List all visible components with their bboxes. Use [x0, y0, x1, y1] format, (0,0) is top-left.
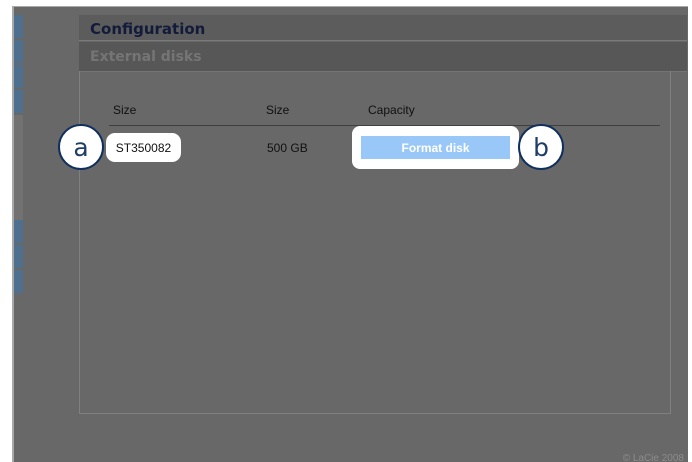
sidebar-tab-1[interactable]: [14, 15, 23, 38]
sidebar-tab-2[interactable]: [14, 40, 23, 63]
sidebar-tab-3[interactable]: [14, 65, 23, 88]
configuration-header: Configuration: [79, 15, 687, 41]
sidebar-tab-7[interactable]: [14, 157, 23, 180]
section-title: External disks: [90, 49, 202, 65]
callout-b: b: [518, 124, 564, 170]
screenshot-frame: Configuration External disks Size Size C…: [12, 6, 688, 462]
disk-size: 500 GB: [267, 141, 308, 155]
sidebar-tab-8[interactable]: [14, 178, 23, 201]
external-disks-section-header: External disks: [79, 42, 687, 72]
column-header-size-name: Size: [113, 103, 137, 117]
footer-copyright: © LaCie 2008: [622, 453, 684, 462]
disk-name: ST350082: [106, 133, 181, 162]
sidebar-tab-5[interactable]: [14, 115, 23, 138]
page-title: Configuration: [90, 20, 206, 38]
sidebar-tab-4[interactable]: [14, 90, 23, 113]
sidebar-tab-9[interactable]: [14, 199, 23, 222]
column-header-capacity: Capacity: [368, 103, 415, 117]
sidebar-tab-10[interactable]: [14, 220, 23, 243]
sidebar-tab-11[interactable]: [14, 245, 23, 268]
sidebar-tab-12[interactable]: [14, 270, 23, 293]
column-header-size: Size: [266, 103, 290, 117]
disk-panel: [79, 71, 671, 414]
callout-a: a: [58, 124, 104, 170]
format-disk-button[interactable]: Format disk: [361, 136, 510, 159]
sidebar-tab-6[interactable]: [14, 136, 23, 159]
format-disk-highlight: Format disk: [352, 126, 519, 169]
